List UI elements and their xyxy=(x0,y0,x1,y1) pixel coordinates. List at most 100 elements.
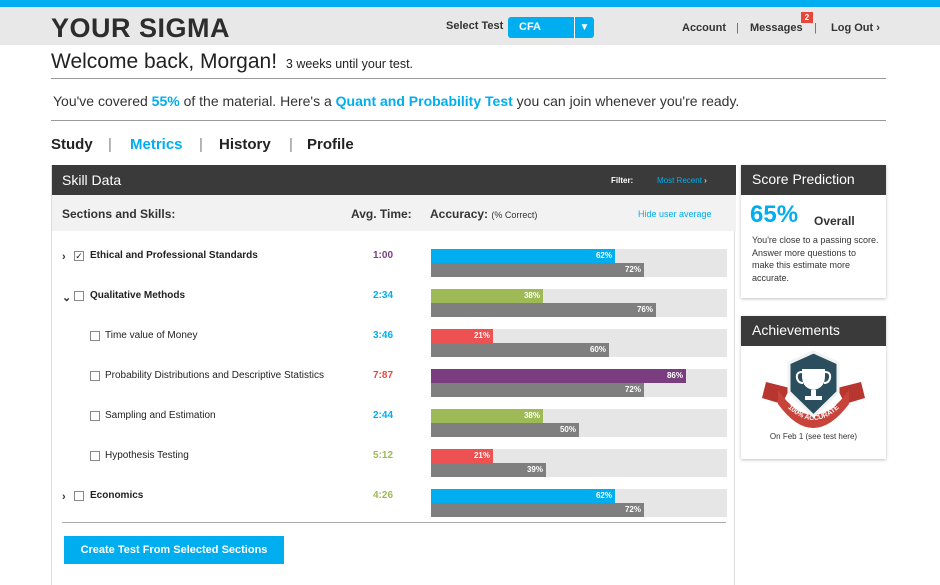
col-accuracy: Accuracy: (% Correct) xyxy=(430,207,537,221)
skill-label: Sampling and Estimation xyxy=(105,410,216,421)
avg-time: 5:12 xyxy=(373,450,394,461)
progress-percent: 55% xyxy=(151,93,180,109)
skill-data-header: Skill Data Filter: Most Recent › xyxy=(52,165,736,195)
filter-label: Filter: xyxy=(611,176,634,185)
create-test-button[interactable]: Create Test From Selected Sections xyxy=(64,536,284,564)
logout-link[interactable]: Log Out › xyxy=(831,22,880,34)
col-sections: Sections and Skills: xyxy=(62,207,176,221)
skill-row: Time value of Money 3:46 21% 60% xyxy=(52,327,736,367)
accuracy-badge-icon: 100% ACCURATE xyxy=(762,350,865,428)
skill-row: Sampling and Estimation 2:44 38% 50% xyxy=(52,407,736,447)
account-link[interactable]: Account xyxy=(682,22,726,34)
col-accuracy-label: Accuracy: xyxy=(430,207,489,221)
average-accuracy-bar: 60% xyxy=(431,343,609,357)
skill-label: Hypothesis Testing xyxy=(105,450,189,461)
chevron-down-icon[interactable]: ⌄ xyxy=(62,291,71,304)
header: YOUR SIGMA Select Test CFA ▼ Account | M… xyxy=(0,7,940,45)
messages-link[interactable]: Messages xyxy=(750,22,803,34)
welcome-message: Welcome back, Morgan! 3 weeks until your… xyxy=(51,50,413,74)
average-accuracy-bar: 72% xyxy=(431,383,644,397)
achievement-date[interactable]: On Feb 1 (see test here) xyxy=(741,432,886,441)
avg-time: 3:46 xyxy=(373,330,394,341)
skill-row: › Economics 4:26 62% 72% xyxy=(52,487,736,527)
skill-checkbox[interactable] xyxy=(74,291,84,301)
col-time: Avg. Time: xyxy=(351,207,412,221)
chevron-right-icon: › xyxy=(704,176,707,185)
user-accuracy-bar: 86% xyxy=(431,369,686,383)
progress-suffix: you can join whenever you're ready. xyxy=(516,93,740,109)
skill-row: Hypothesis Testing 5:12 21% 39% xyxy=(52,447,736,487)
skill-label: Probability Distributions and Descriptiv… xyxy=(105,370,324,381)
user-accuracy-bar: 21% xyxy=(431,449,493,463)
user-accuracy-bar: 21% xyxy=(431,329,493,343)
average-accuracy-bar: 50% xyxy=(431,423,579,437)
skill-label: Economics xyxy=(90,490,144,501)
skill-checkbox[interactable] xyxy=(90,331,100,341)
average-accuracy-bar: 76% xyxy=(431,303,656,317)
select-test-label: Select Test xyxy=(446,20,504,32)
progress-prefix: You've covered xyxy=(53,93,148,109)
skill-checkbox[interactable] xyxy=(90,371,100,381)
hide-user-average-link[interactable]: Hide user average xyxy=(638,209,712,219)
avg-time: 2:44 xyxy=(373,410,394,421)
tab-separator: | xyxy=(108,136,112,153)
score-prediction-title: Score Prediction xyxy=(741,165,886,195)
chevron-down-icon[interactable]: ▼ xyxy=(574,17,594,38)
chevron-right-icon[interactable]: › xyxy=(62,491,66,503)
messages-count-badge: 2 xyxy=(801,12,813,23)
divider xyxy=(51,78,886,79)
test-select[interactable]: CFA ▼ xyxy=(508,17,594,38)
progress-mid: of the material. Here's a xyxy=(183,93,332,109)
skill-row: ⌄ Qualitative Methods 2:34 38% 76% xyxy=(52,287,736,327)
user-accuracy-bar: 62% xyxy=(431,489,615,503)
tab-metrics[interactable]: Metrics xyxy=(130,136,183,153)
chevron-right-icon: › xyxy=(876,22,880,34)
tab-profile[interactable]: Profile xyxy=(307,136,354,153)
tab-separator: | xyxy=(289,136,293,153)
greeting: Welcome back, Morgan! xyxy=(51,50,278,73)
avg-time: 2:34 xyxy=(373,290,394,301)
skill-data-panel: Skill Data Filter: Most Recent › Section… xyxy=(51,165,736,585)
filter-value: Most Recent xyxy=(657,176,702,185)
overall-label: Overall xyxy=(814,214,855,228)
prediction-description: You're close to a passing score. Answer … xyxy=(752,235,879,283)
avg-time: 4:26 xyxy=(373,490,394,501)
user-accuracy-bar: 38% xyxy=(431,409,543,423)
average-accuracy-bar: 39% xyxy=(431,463,546,477)
average-accuracy-bar: 72% xyxy=(431,263,644,277)
skill-label: Qualitative Methods xyxy=(90,290,186,301)
top-accent-bar xyxy=(0,0,940,7)
chevron-right-icon[interactable]: › xyxy=(62,251,66,263)
divider xyxy=(62,522,726,523)
quant-test-link[interactable]: Quant and Probability Test xyxy=(336,93,513,109)
avg-time: 7:87 xyxy=(373,370,394,381)
average-accuracy-bar: 72% xyxy=(431,503,644,517)
skill-checkbox[interactable]: ✓ xyxy=(74,251,84,261)
predicted-score: 65% xyxy=(750,201,799,228)
col-accuracy-unit: (% Correct) xyxy=(491,210,538,220)
tab-separator: | xyxy=(199,136,203,153)
filter-dropdown[interactable]: Most Recent › xyxy=(657,176,707,185)
skill-data-title: Skill Data xyxy=(62,172,122,188)
skill-row: › ✓ Ethical and Professional Standards 1:00… xyxy=(52,247,736,287)
progress-summary: You've covered 55% of the material. Here… xyxy=(53,93,739,109)
divider xyxy=(51,120,886,121)
skill-checkbox[interactable] xyxy=(90,451,100,461)
tab-history[interactable]: History xyxy=(219,136,271,153)
skill-checkbox[interactable] xyxy=(74,491,84,501)
user-accuracy-bar: 62% xyxy=(431,249,615,263)
achievements-card: Achievements 100% ACCURATE On Feb 1 (see… xyxy=(741,316,886,459)
logout-label: Log Out xyxy=(831,22,874,34)
nav-separator: | xyxy=(814,22,817,34)
countdown: 3 weeks until your test. xyxy=(285,57,414,71)
user-accuracy-bar: 38% xyxy=(431,289,543,303)
skill-label: Ethical and Professional Standards xyxy=(90,250,258,261)
logo[interactable]: YOUR SIGMA xyxy=(51,13,230,44)
skill-checkbox[interactable] xyxy=(90,411,100,421)
avg-time: 1:00 xyxy=(373,250,394,261)
skill-table-header: Sections and Skills: Avg. Time: Accuracy… xyxy=(52,195,736,231)
test-select-value: CFA xyxy=(519,21,541,33)
skill-row: Probability Distributions and Descriptiv… xyxy=(52,367,736,407)
main-content: Welcome back, Morgan! 3 weeks until your… xyxy=(0,45,940,585)
tab-study[interactable]: Study xyxy=(51,136,93,153)
